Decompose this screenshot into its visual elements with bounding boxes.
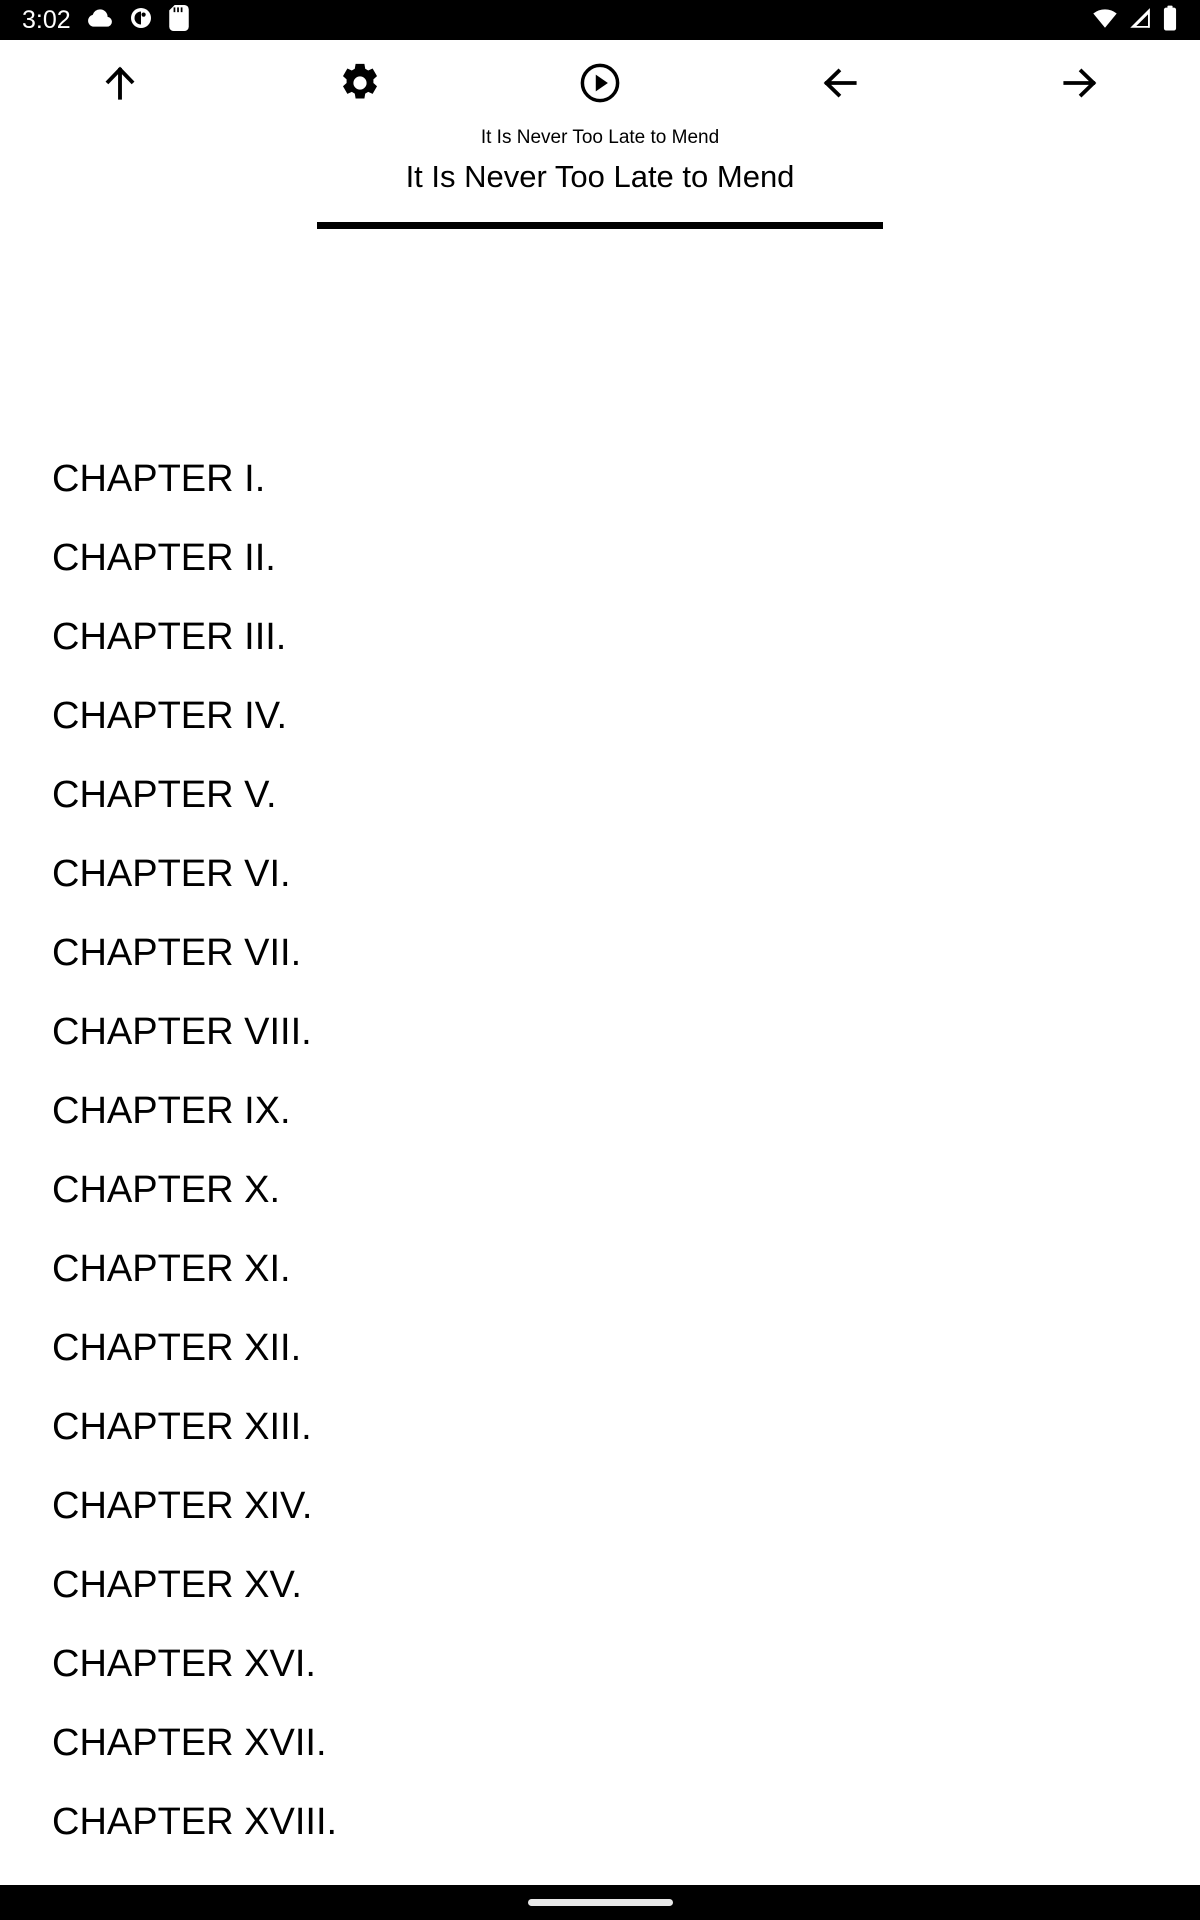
- table-of-contents: CHAPTER I. CHAPTER II. CHAPTER III. CHAP…: [0, 440, 1200, 1885]
- scroll-to-top-button[interactable]: [0, 40, 240, 125]
- arrow-up-icon: [98, 61, 142, 105]
- play-circle-icon: [578, 61, 622, 105]
- list-item[interactable]: CHAPTER XVII.: [0, 1704, 1200, 1783]
- list-item[interactable]: CHAPTER IV.: [0, 677, 1200, 756]
- sd-card-icon: [168, 4, 189, 36]
- list-item[interactable]: CHAPTER XII.: [0, 1309, 1200, 1388]
- system-navigation-bar: [0, 1885, 1200, 1920]
- list-item[interactable]: CHAPTER XVIII.: [0, 1783, 1200, 1862]
- document-toolbar: [0, 40, 1200, 125]
- list-item[interactable]: CHAPTER VI.: [0, 835, 1200, 914]
- settings-button[interactable]: [240, 40, 480, 125]
- title-divider-rule: [317, 222, 883, 229]
- text-to-speech-button[interactable]: [480, 40, 720, 125]
- arrow-right-icon: [1058, 61, 1102, 105]
- cloud-upload-icon: [87, 5, 113, 36]
- navigate-back-button[interactable]: [720, 40, 960, 125]
- status-bar-right: [1092, 5, 1178, 36]
- list-item[interactable]: CHAPTER II.: [0, 519, 1200, 598]
- list-item[interactable]: CHAPTER VII.: [0, 914, 1200, 993]
- list-item[interactable]: CHAPTER XIV.: [0, 1467, 1200, 1546]
- wifi-icon: [1092, 5, 1118, 36]
- battery-icon: [1162, 5, 1178, 36]
- list-item[interactable]: CHAPTER III.: [0, 598, 1200, 677]
- list-item[interactable]: CHAPTER XI.: [0, 1230, 1200, 1309]
- arrow-left-icon: [818, 61, 862, 105]
- list-item[interactable]: CHAPTER XIII.: [0, 1388, 1200, 1467]
- circle-notification-icon: [129, 6, 153, 35]
- list-item[interactable]: CHAPTER XVI.: [0, 1625, 1200, 1704]
- list-item[interactable]: CHAPTER I.: [0, 440, 1200, 519]
- document-title-wrapper: It Is Never Too Late to Mend: [0, 157, 1200, 209]
- page-title: It Is Never Too Late to Mend: [405, 159, 795, 194]
- status-bar-clock: 3:02: [22, 5, 71, 34]
- status-bar-left: 3:02: [22, 4, 189, 36]
- cell-signal-icon: [1127, 5, 1153, 36]
- list-item[interactable]: CHAPTER X.: [0, 1151, 1200, 1230]
- status-bar: 3:02: [0, 0, 1200, 40]
- document-header: It Is Never Too Late to Mend It Is Never…: [0, 125, 1200, 209]
- gear-icon: [338, 61, 382, 105]
- list-item[interactable]: CHAPTER IX.: [0, 1072, 1200, 1151]
- running-header: It Is Never Too Late to Mend: [480, 127, 720, 148]
- list-item[interactable]: CHAPTER V.: [0, 756, 1200, 835]
- list-item[interactable]: CHAPTER VIII.: [0, 993, 1200, 1072]
- list-item[interactable]: CHAPTER XV.: [0, 1546, 1200, 1625]
- navigate-forward-button[interactable]: [960, 40, 1200, 125]
- home-indicator-icon[interactable]: [527, 1899, 673, 1906]
- list-item[interactable]: CHAPTER XIX.: [0, 1862, 1200, 1885]
